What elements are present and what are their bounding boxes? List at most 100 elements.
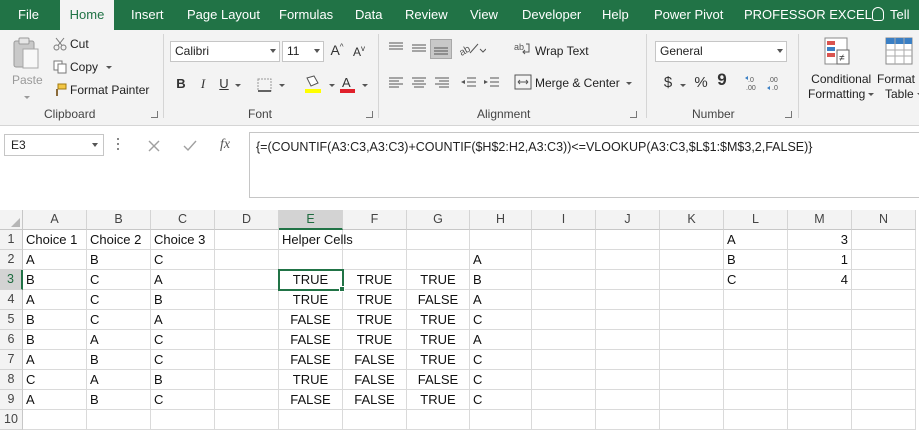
cell-m7[interactable]: [788, 350, 852, 370]
cell-f7[interactable]: FALSE: [343, 350, 407, 370]
merge-center-button[interactable]: Merge & Center: [535, 76, 632, 90]
tab-view[interactable]: View: [470, 0, 498, 30]
cell-g3[interactable]: TRUE: [407, 270, 470, 290]
cell-n5[interactable]: [852, 310, 916, 330]
cell-m5[interactable]: [788, 310, 852, 330]
row-header-6[interactable]: 6: [0, 330, 23, 350]
cell-k10[interactable]: [660, 410, 724, 430]
cell-d4[interactable]: [215, 290, 279, 310]
cell-c9[interactable]: C: [151, 390, 215, 410]
row-header-3[interactable]: 3: [0, 270, 23, 290]
cell-l10[interactable]: [724, 410, 788, 430]
cell-g10[interactable]: [407, 410, 470, 430]
tab-home[interactable]: Home: [60, 0, 114, 31]
cell-c3[interactable]: A: [151, 270, 215, 290]
cell-j6[interactable]: [596, 330, 660, 350]
cell-j8[interactable]: [596, 370, 660, 390]
currency-dropdown[interactable]: [677, 78, 686, 92]
cut-button[interactable]: Cut: [70, 37, 89, 51]
cell-k1[interactable]: [660, 230, 724, 250]
cell-f10[interactable]: [343, 410, 407, 430]
number-format-select[interactable]: General: [655, 41, 787, 62]
cell-e1[interactable]: Helper Cells: [279, 230, 353, 250]
formula-bar-resize-handle[interactable]: [117, 138, 121, 152]
cell-j2[interactable]: [596, 250, 660, 270]
tab-data[interactable]: Data: [355, 0, 382, 30]
tab-review[interactable]: Review: [405, 0, 448, 30]
cell-j7[interactable]: [596, 350, 660, 370]
increase-font-size-icon[interactable]: A^: [328, 42, 346, 58]
cell-f4[interactable]: TRUE: [343, 290, 407, 310]
cell-e3[interactable]: TRUE: [278, 269, 344, 291]
name-box[interactable]: E3: [4, 134, 104, 156]
cell-c5[interactable]: A: [151, 310, 215, 330]
cell-k6[interactable]: [660, 330, 724, 350]
cell-f5[interactable]: TRUE: [343, 310, 407, 330]
cell-j5[interactable]: [596, 310, 660, 330]
cell-d7[interactable]: [215, 350, 279, 370]
cell-h8[interactable]: C: [470, 370, 532, 390]
cell-n1[interactable]: [852, 230, 916, 250]
cell-g7[interactable]: TRUE: [407, 350, 470, 370]
column-header-a[interactable]: A: [23, 210, 87, 230]
column-header-m[interactable]: M: [788, 210, 852, 230]
column-header-f[interactable]: F: [343, 210, 407, 230]
cell-m6[interactable]: [788, 330, 852, 350]
cell-l1[interactable]: A: [724, 230, 788, 250]
currency-button[interactable]: $: [661, 74, 675, 91]
cell-c4[interactable]: B: [151, 290, 215, 310]
cell-d1[interactable]: [215, 230, 279, 250]
insert-function-button[interactable]: fx: [220, 137, 230, 153]
percent-button[interactable]: %: [693, 74, 709, 91]
cell-h4[interactable]: A: [470, 290, 532, 310]
cell-n4[interactable]: [852, 290, 916, 310]
cell-a4[interactable]: A: [23, 290, 87, 310]
tab-power-pivot[interactable]: Power Pivot: [654, 0, 723, 30]
cell-e7[interactable]: FALSE: [279, 350, 343, 370]
align-middle-icon[interactable]: [410, 41, 428, 55]
align-bottom-icon[interactable]: [430, 39, 452, 59]
cell-i3[interactable]: [532, 270, 596, 290]
cell-i8[interactable]: [532, 370, 596, 390]
paste-dropdown[interactable]: [21, 90, 30, 104]
cell-e5[interactable]: FALSE: [279, 310, 343, 330]
cell-c6[interactable]: C: [151, 330, 215, 350]
cell-h9[interactable]: C: [470, 390, 532, 410]
cell-h1[interactable]: [470, 230, 532, 250]
column-header-i[interactable]: I: [532, 210, 596, 230]
cell-f1[interactable]: [343, 230, 407, 250]
align-right-icon[interactable]: [433, 76, 451, 90]
align-center-icon[interactable]: [410, 76, 428, 90]
cell-j1[interactable]: [596, 230, 660, 250]
cell-k3[interactable]: [660, 270, 724, 290]
column-header-b[interactable]: B: [87, 210, 151, 230]
row-header-1[interactable]: 1: [0, 230, 23, 250]
worksheet-grid[interactable]: A B C D E F G H I J K L M N 1 Choice 1 Choice 2 Choice 3H…: [0, 210, 919, 431]
bold-button[interactable]: B: [174, 76, 188, 91]
row-header-2[interactable]: 2: [0, 250, 23, 270]
select-all-corner[interactable]: [0, 210, 23, 230]
cell-m2[interactable]: 1: [788, 250, 852, 270]
column-header-l[interactable]: L: [724, 210, 788, 230]
cell-m1[interactable]: 3: [788, 230, 852, 250]
tab-developer[interactable]: Developer: [522, 0, 581, 30]
cell-n8[interactable]: [852, 370, 916, 390]
cell-i6[interactable]: [532, 330, 596, 350]
align-top-icon[interactable]: [387, 41, 405, 55]
row-header-5[interactable]: 5: [0, 310, 23, 330]
cell-m3[interactable]: 4: [788, 270, 852, 290]
decrease-font-size-icon[interactable]: Av: [350, 44, 368, 59]
fill-handle[interactable]: [339, 286, 345, 292]
column-header-h[interactable]: H: [470, 210, 532, 230]
cell-b4[interactable]: C: [87, 290, 151, 310]
column-header-g[interactable]: G: [407, 210, 470, 230]
cell-f9[interactable]: FALSE: [343, 390, 407, 410]
cell-k7[interactable]: [660, 350, 724, 370]
underline-button[interactable]: U: [217, 76, 231, 91]
column-header-e[interactable]: E: [279, 210, 343, 230]
cell-l8[interactable]: [724, 370, 788, 390]
cell-i5[interactable]: [532, 310, 596, 330]
tab-help[interactable]: Help: [602, 0, 629, 30]
fill-color-icon[interactable]: [302, 74, 324, 94]
cell-a5[interactable]: B: [23, 310, 87, 330]
